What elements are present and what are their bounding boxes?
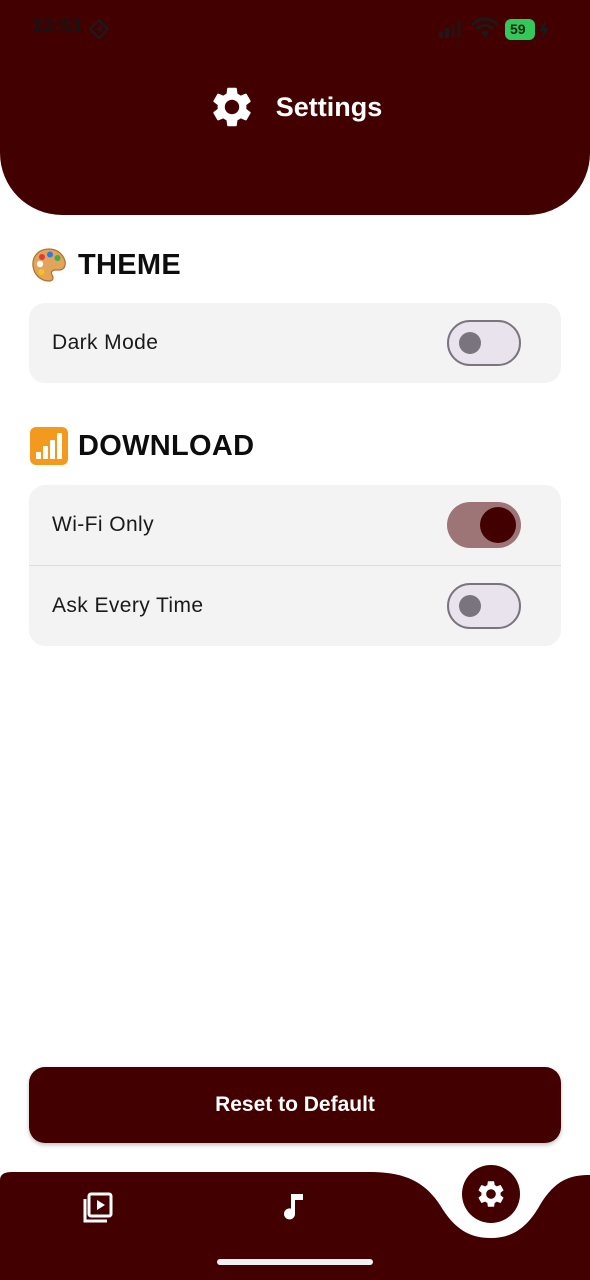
setting-row-dark-mode: Dark Mode xyxy=(29,303,561,383)
status-bar: 12:51 59 xyxy=(0,0,590,60)
download-settings-card: Wi-Fi Only Ask Every Time xyxy=(29,485,561,646)
bottom-navigation xyxy=(0,1160,590,1280)
home-indicator[interactable] xyxy=(217,1259,373,1265)
app-header: 12:51 59 Settings xyxy=(0,0,590,215)
artist-palette-icon xyxy=(32,248,66,282)
gear-icon xyxy=(213,87,251,127)
setting-row-ask-every-time: Ask Every Time xyxy=(29,565,561,646)
setting-label: Dark Mode xyxy=(52,331,159,354)
wifi-only-toggle[interactable] xyxy=(447,502,521,548)
charging-bolt-icon xyxy=(539,21,549,39)
section-title-label: DOWNLOAD xyxy=(78,429,255,462)
music-note-icon[interactable] xyxy=(276,1190,312,1226)
dark-mode-toggle[interactable] xyxy=(447,320,521,366)
setting-row-wifi-only: Wi-Fi Only xyxy=(29,485,561,565)
reset-to-default-button[interactable]: Reset to Default xyxy=(29,1067,561,1143)
theme-settings-card: Dark Mode xyxy=(29,303,561,383)
status-time: 12:51 xyxy=(32,16,84,37)
signal-icon xyxy=(439,20,461,38)
section-title-download: DOWNLOAD xyxy=(30,427,254,465)
header-title-row: Settings xyxy=(0,82,590,132)
setting-label: Wi-Fi Only xyxy=(52,513,154,536)
section-title-theme: THEME xyxy=(30,246,181,284)
signal-bars-icon xyxy=(30,427,68,465)
toggle-thumb xyxy=(459,595,481,617)
video-library-icon[interactable] xyxy=(80,1190,116,1226)
gear-icon xyxy=(478,1181,504,1207)
section-title-label: THEME xyxy=(78,248,181,281)
ask-every-time-toggle[interactable] xyxy=(447,583,521,629)
toggle-thumb xyxy=(459,332,481,354)
setting-label: Ask Every Time xyxy=(52,594,204,617)
page-title: Settings xyxy=(275,91,383,122)
toggle-thumb xyxy=(480,507,516,543)
nav-settings-button[interactable] xyxy=(462,1165,520,1223)
battery-indicator: 59 xyxy=(505,19,535,40)
location-icon xyxy=(89,19,109,39)
wifi-icon xyxy=(472,17,498,37)
